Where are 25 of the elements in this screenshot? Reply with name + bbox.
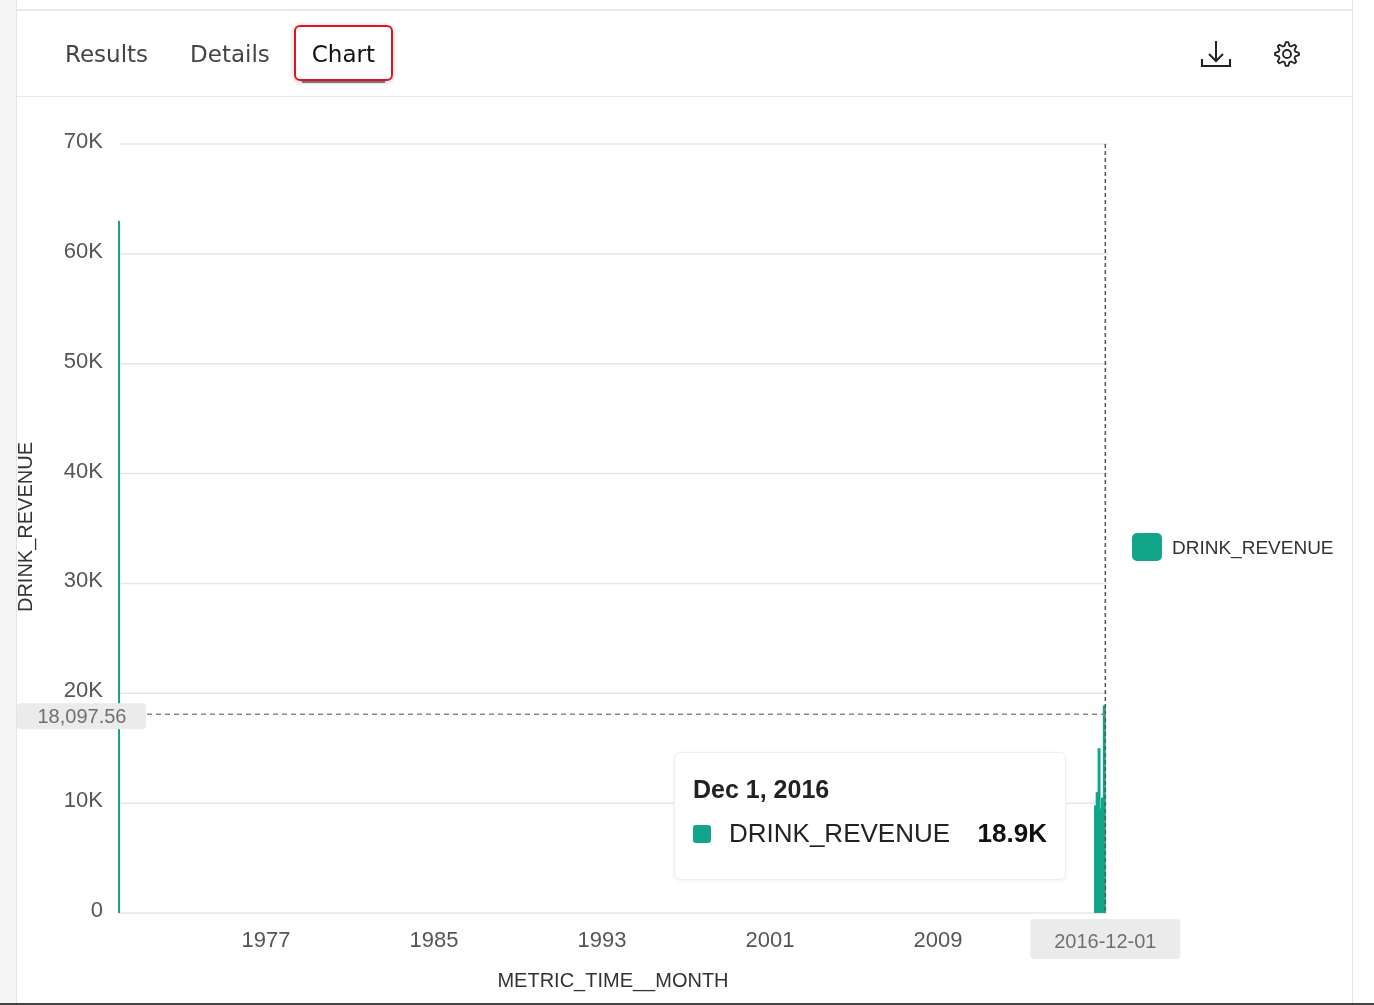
x-axis-title: METRIC_TIME__MONTH: [497, 969, 729, 991]
y-tick-label: 0: [90, 897, 103, 922]
tooltip-swatch: [693, 824, 711, 843]
y-tick-label: 50K: [63, 347, 103, 373]
tab[interactable]: Results: [47, 24, 167, 81]
y-tick-label: 30K: [63, 567, 103, 593]
x-tick-label: 1977: [241, 927, 291, 952]
y-tick-label: 20K: [63, 677, 103, 703]
tooltip-value: 18.9K: [977, 818, 1047, 849]
y-axis-title: DRINK_REVENUE: [17, 442, 36, 612]
crosshair-y-label: 18,097.56: [17, 703, 146, 730]
x-tick-label: 2001: [745, 927, 795, 952]
y-tick-label: 60K: [63, 237, 103, 263]
tooltip-title: Dec 1, 2016: [693, 775, 831, 804]
tooltip-series-name: DRINK_REVENUE: [729, 818, 952, 849]
x-tick-label: 1993: [577, 927, 627, 952]
legend-label: DRINK_REVENUE: [1172, 537, 1334, 558]
x-tick-label: 1985: [409, 927, 459, 952]
settings-icon[interactable]: [1272, 38, 1302, 69]
y-tick-label: 70K: [63, 128, 103, 153]
y-tick-label: 10K: [63, 787, 103, 813]
tab[interactable]: Details: [172, 24, 288, 81]
y-tick-label: 40K: [63, 457, 103, 483]
crosshair-x-label: 2016-12-01: [1030, 919, 1181, 959]
x-tick-label: 2009: [913, 927, 963, 952]
